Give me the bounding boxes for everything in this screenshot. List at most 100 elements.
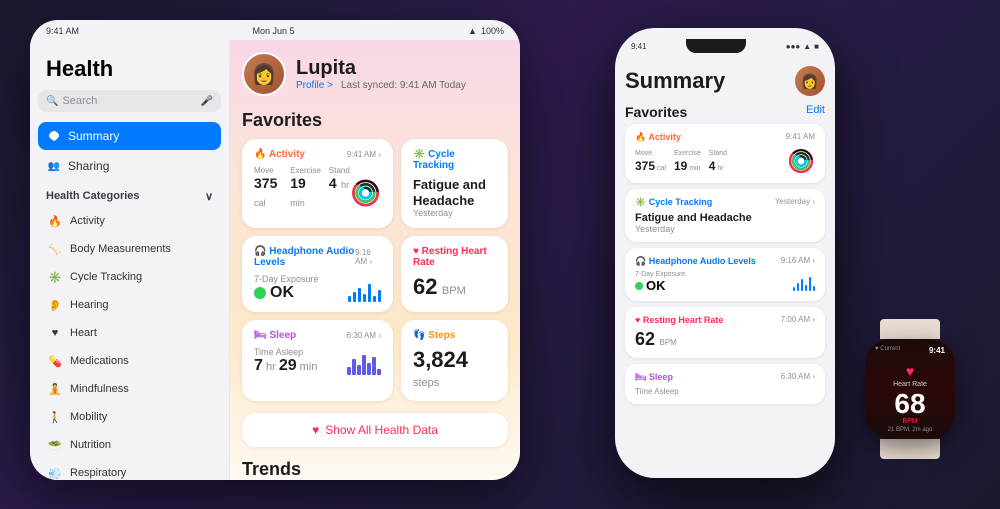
sleep-card-content: Time Asleep 7 hr 29 min: [254, 347, 381, 375]
iphone-status-right: ●●● ▲ ■: [786, 42, 819, 51]
show-all-health-data-button[interactable]: ♥ Show All Health Data: [242, 413, 508, 447]
headphone-audio-card[interactable]: 🎧 Headphone Audio Levels 9:16 AM › 7-Day…: [242, 236, 393, 312]
iphone-cycle-content: Fatigue and Headache Yesterday: [635, 212, 815, 234]
category-heart[interactable]: ♥ Heart: [38, 319, 221, 347]
profile-header: 👩 Lupita Profile > Last synced: 9:41 AM …: [242, 52, 508, 96]
avatar: 👩: [242, 52, 286, 96]
ipad-device: 9:41 AM Mon Jun 5 ▲ 100% Health 🔍 Search…: [30, 20, 520, 480]
exercise-stat: Exercise 19 min: [290, 166, 321, 211]
category-activity[interactable]: 🔥 Activity: [38, 207, 221, 235]
iphone-headphone-card[interactable]: 🎧 Headphone Audio Levels 9:16 AM › 7-Day…: [625, 248, 825, 301]
iphone-wifi-icon: ▲: [803, 42, 811, 51]
sleep-card[interactable]: 🛏 Sleep 6:30 AM › Time Asleep 7 hr 29 mi…: [242, 320, 393, 401]
sidebar-item-summary[interactable]: Summary: [38, 122, 221, 150]
heart-card-header: ♥ Resting Heart Rate: [413, 246, 496, 268]
iphone-cycle-header: ✳️ Cycle Tracking Yesterday ›: [635, 197, 815, 208]
headphone-card-header: 🎧 Headphone Audio Levels 9:16 AM ›: [254, 246, 381, 268]
watch-bpm: 68: [894, 390, 925, 418]
iphone-summary-title: Summary 👩: [625, 66, 825, 96]
category-mindfulness[interactable]: 🧘 Mindfulness: [38, 375, 221, 403]
respiratory-icon: 💨: [46, 464, 64, 480]
move-stat: Move 375 cal: [254, 166, 282, 211]
watch-screen: ♥ Current 9:41 ♥ Heart Rate 68 BPM 21 BP…: [865, 339, 955, 439]
sleep-card-header: 🛏 Sleep 6:30 AM ›: [254, 330, 381, 341]
iphone-sleep-title: 🛏 Sleep: [635, 372, 673, 383]
cycle-card-content: Fatigue and Headache Yesterday: [413, 177, 496, 218]
category-cycle-tracking[interactable]: ✳️ Cycle Tracking: [38, 263, 221, 291]
mic-icon: 🎤: [201, 96, 213, 107]
watch-heart-icon: ♥: [906, 363, 914, 379]
steps-unit: steps: [413, 377, 439, 389]
heart-rate-unit: BPM: [442, 285, 466, 297]
resting-heart-rate-card[interactable]: ♥ Resting Heart Rate 62 BPM: [401, 236, 508, 312]
category-mobility[interactable]: 🚶 Mobility: [38, 403, 221, 431]
iphone-stand-stat: Stand 4 hr: [709, 150, 727, 175]
watch-sub: 21 BPM, 2m ago: [888, 427, 933, 433]
watch-band-top: [880, 319, 940, 339]
ipad-date: Mon Jun 5: [253, 26, 295, 36]
headphone-label: 7-Day Exposure: [254, 274, 319, 284]
sidebar-item-sharing[interactable]: 👥 Sharing: [38, 152, 221, 180]
edit-button[interactable]: Edit: [806, 104, 825, 120]
iphone-sleep-label: Time Asleep: [635, 387, 815, 396]
wifi-icon: ▲: [468, 26, 477, 36]
iphone-signal-icon: ●●●: [786, 42, 801, 51]
sharing-label: Sharing: [68, 159, 109, 173]
iphone-cycle-card[interactable]: ✳️ Cycle Tracking Yesterday › Fatigue an…: [625, 189, 825, 242]
watch-time: 9:41: [929, 346, 947, 355]
iphone-statusbar: 9:41 ●●● ▲ ■: [615, 28, 835, 56]
sidebar-search[interactable]: 🔍 Search 🎤: [38, 90, 221, 112]
iphone-activity-header: 🔥 Activity 9:41 AM: [635, 132, 815, 143]
cycle-tracking-card[interactable]: ✳️ Cycle Tracking Fatigue and Headache Y…: [401, 139, 508, 228]
iphone-notch: [686, 39, 746, 53]
cycle-card-header: ✳️ Cycle Tracking: [413, 149, 496, 171]
iphone-move-stat: Move 375 cal: [635, 150, 666, 175]
favorites-title: Favorites: [242, 110, 508, 131]
steps-value: 3,824: [413, 347, 468, 372]
activity-card[interactable]: 🔥 Activity 9:41 AM › Move 375 cal Exerci…: [242, 139, 393, 228]
activity-icon: 🔥: [46, 212, 64, 230]
category-respiratory[interactable]: 💨 Respiratory: [38, 459, 221, 480]
sidebar-title: Health: [38, 52, 221, 90]
audio-bars: [348, 278, 381, 302]
heart-card-title: ♥ Resting Heart Rate: [413, 246, 496, 268]
watch-status: ♥ Current: [873, 346, 900, 352]
iphone-heart-time: 7:00 AM ›: [781, 315, 815, 325]
ok-dot: [254, 287, 266, 299]
body-icon: 🦴: [46, 240, 64, 258]
apple-watch-device: ♥ Current 9:41 ♥ Heart Rate 68 BPM 21 BP…: [850, 319, 970, 459]
category-hearing[interactable]: 👂 Hearing: [38, 291, 221, 319]
iphone-sleep-header: 🛏 Sleep 6:30 AM ›: [635, 372, 815, 383]
watch-body: ♥ Current 9:41 ♥ Heart Rate 68 BPM 21 BP…: [865, 339, 955, 439]
iphone-activity-card[interactable]: 🔥 Activity 9:41 AM Move 375 cal Exercise…: [625, 124, 825, 183]
iphone-activity-time: 9:41 AM: [786, 132, 815, 143]
iphone-sleep-time: 6:30 AM ›: [781, 372, 815, 383]
medications-icon: 💊: [46, 352, 64, 370]
iphone-cycle-title: ✳️ Cycle Tracking: [635, 197, 712, 208]
iphone-sleep-card[interactable]: 🛏 Sleep 6:30 AM › Time Asleep: [625, 364, 825, 404]
profile-link[interactable]: Profile >: [296, 80, 333, 91]
category-medications[interactable]: 💊 Medications: [38, 347, 221, 375]
iphone-activity-ring: [787, 147, 815, 175]
iphone-heart-value: 62: [635, 329, 655, 349]
iphone-ok-badge: OK: [635, 278, 685, 293]
trends-title: Trends: [242, 459, 508, 480]
iphone-device: 9:41 ●●● ▲ ■ Summary 👩 Favorites Edit 🔥 …: [615, 28, 835, 478]
headphone-card-time: 9:16 AM ›: [355, 248, 381, 266]
iphone-activity-title: 🔥 Activity: [635, 132, 681, 143]
heart-icon: ♥: [46, 324, 64, 342]
iphone-heart-rate-card[interactable]: ♥ Resting Heart Rate 7:00 AM › 62 BPM: [625, 307, 825, 358]
cycle-sub-value: Yesterday: [413, 208, 496, 218]
steps-card-content: 3,824 steps: [413, 347, 496, 391]
category-nutrition[interactable]: 🥗 Nutrition: [38, 431, 221, 459]
steps-card[interactable]: 👣 Steps 3,824 steps: [401, 320, 508, 401]
ipad-main-content: 👩 Lupita Profile > Last synced: 9:41 AM …: [230, 40, 520, 480]
chevron-down-icon: ∨: [205, 190, 213, 203]
iphone-ok-value: OK: [646, 278, 666, 293]
iphone-avatar[interactable]: 👩: [795, 66, 825, 96]
profile-name: Lupita: [296, 57, 466, 80]
iphone-cycle-value: Fatigue and Headache: [635, 212, 815, 224]
heart-show-icon: ♥: [312, 423, 319, 437]
activity-card-header: 🔥 Activity 9:41 AM ›: [254, 149, 381, 160]
category-body-measurements[interactable]: 🦴 Body Measurements: [38, 235, 221, 263]
